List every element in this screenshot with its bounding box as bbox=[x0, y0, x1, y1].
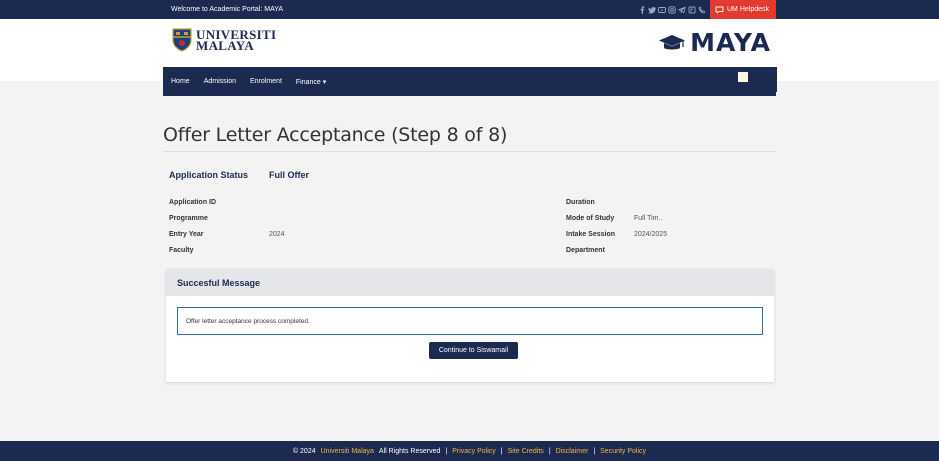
phone-icon[interactable] bbox=[698, 6, 706, 14]
nav-home[interactable]: Home bbox=[171, 78, 190, 85]
mode-of-study-label: Mode of Study bbox=[566, 215, 615, 222]
duration-label: Duration bbox=[566, 199, 595, 206]
footer-separator: | bbox=[445, 447, 448, 455]
nav-finance-dropdown[interactable]: Finance ▾ bbox=[296, 78, 326, 86]
nav-admission[interactable]: Admission bbox=[204, 78, 236, 85]
application-status-value: Full Offer bbox=[269, 170, 309, 180]
entry-year-value: 2024 bbox=[269, 231, 285, 238]
graduation-cap-icon bbox=[659, 34, 686, 49]
helpdesk-label: UM Helpdesk bbox=[726, 6, 769, 13]
faculty-label: Faculty bbox=[169, 247, 194, 254]
footer-rights: All Rights Reserved bbox=[378, 447, 441, 455]
helpdesk-button[interactable]: UM Helpdesk bbox=[709, 0, 776, 19]
department-label: Department bbox=[566, 247, 605, 254]
intake-session-value: 2024/2025 bbox=[634, 231, 668, 238]
user-menu-toggle[interactable] bbox=[738, 72, 748, 82]
maya-wordmark: MAYA bbox=[690, 28, 771, 57]
twitter-icon[interactable] bbox=[648, 6, 656, 14]
page-title: Offer Letter Acceptance (Step 8 of 8) bbox=[163, 124, 508, 146]
chat-icon bbox=[715, 6, 724, 13]
success-message-box: Offer letter acceptance process complete… bbox=[177, 307, 763, 335]
university-crest-icon bbox=[172, 28, 192, 52]
footer-separator: | bbox=[500, 447, 503, 455]
instagram-icon[interactable] bbox=[668, 5, 676, 14]
footer: © 2024 Universiti Malaya All Rights Rese… bbox=[0, 441, 939, 461]
intake-session-label: Intake Session bbox=[566, 231, 616, 238]
footer-separator: | bbox=[548, 447, 551, 455]
footer-copyright: © 2024 bbox=[292, 447, 316, 455]
top-bar: Welcome to Academic Portal: MAYA UM Help… bbox=[0, 0, 939, 19]
welcome-text: Welcome to Academic Portal: MAYA bbox=[171, 6, 284, 13]
maya-logo[interactable]: MAYA bbox=[657, 28, 771, 57]
footer-security-policy-link[interactable]: Security Policy bbox=[600, 448, 646, 455]
footer-separator: | bbox=[593, 447, 596, 455]
footer-university-link[interactable]: Universiti Malaya bbox=[321, 448, 374, 455]
card-title: Succesful Message bbox=[166, 269, 774, 296]
social-links bbox=[639, 5, 706, 14]
success-message-card: Succesful Message Offer letter acceptanc… bbox=[166, 269, 774, 382]
footer-site-credits-link[interactable]: Site Credits bbox=[508, 448, 544, 455]
success-message-text: Offer letter acceptance process complete… bbox=[186, 317, 310, 325]
telegram-icon[interactable] bbox=[678, 6, 686, 14]
nav-enrolment[interactable]: Enrolment bbox=[250, 78, 282, 85]
facebook-icon[interactable] bbox=[639, 5, 646, 14]
title-divider bbox=[163, 151, 776, 152]
university-logo[interactable]: UNIVERSITI MALAYA bbox=[172, 28, 276, 52]
programme-label: Programme bbox=[169, 215, 208, 222]
youtube-icon[interactable] bbox=[658, 6, 666, 14]
tiktok-icon[interactable] bbox=[688, 6, 696, 14]
footer-disclaimer-link[interactable]: Disclaimer bbox=[556, 448, 589, 455]
university-name: UNIVERSITI MALAYA bbox=[196, 28, 276, 52]
mode-of-study-value: Full Tim.. bbox=[634, 215, 663, 222]
continue-to-siswamail-button[interactable]: Continue to Siswamail bbox=[429, 342, 518, 359]
footer-privacy-policy-link[interactable]: Privacy Policy bbox=[452, 448, 496, 455]
main-navbar: Home Admission Enrolment Finance ▾ bbox=[163, 67, 777, 96]
application-id-label: Application ID bbox=[169, 199, 217, 206]
navbar-tab bbox=[748, 67, 777, 92]
entry-year-label: Entry Year bbox=[169, 231, 204, 238]
application-status-label: Application Status bbox=[169, 170, 249, 180]
